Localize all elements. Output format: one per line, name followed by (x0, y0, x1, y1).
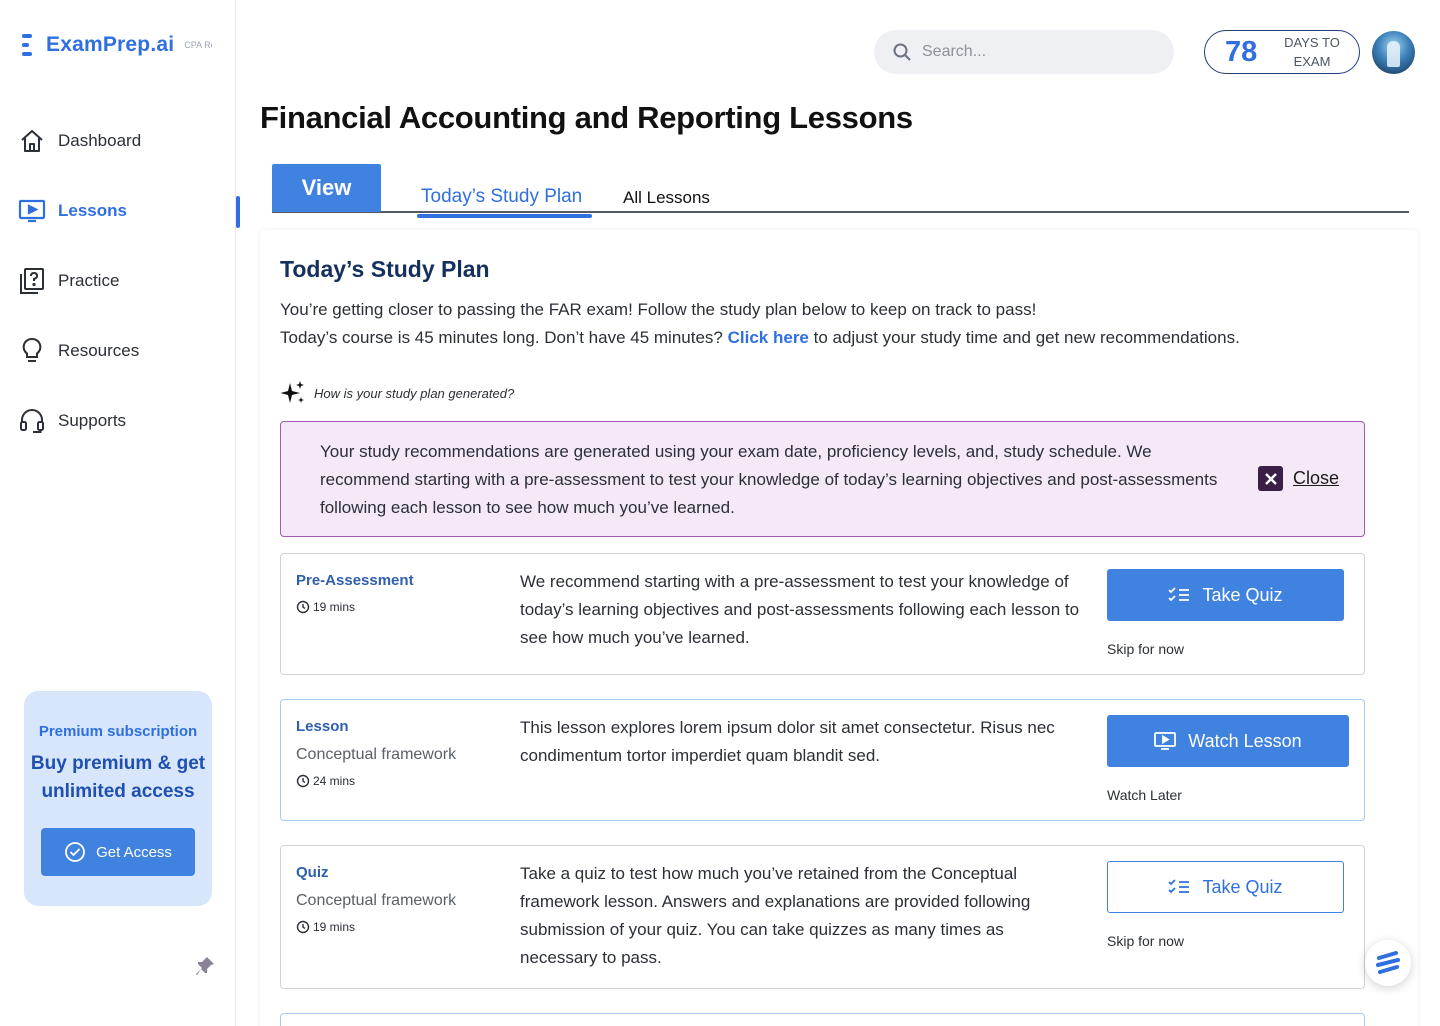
watch-lesson-label: Watch Lesson (1188, 730, 1302, 751)
item-description: This lesson explores lorem ipsum dolor s… (520, 718, 1055, 765)
sidebar-item-label: Dashboard (58, 131, 142, 150)
promo-title: Buy premium & get unlimited access (30, 753, 206, 802)
how-generated-label: How is your study plan generated? (314, 385, 515, 401)
sidebar-item-label: Lessons (58, 201, 127, 220)
sidebar-item-lessons[interactable]: Lessons (0, 176, 240, 246)
monitor-play-icon (1154, 732, 1177, 750)
intro-line-2-start: Today’s course is 45 minutes long. Don’t… (280, 328, 723, 347)
close-label: Close (1293, 468, 1340, 488)
tab-view[interactable]: View (272, 164, 381, 212)
take-quiz-label: Take Quiz (1202, 584, 1283, 605)
checklist-icon (1168, 587, 1190, 602)
search-bar[interactable] (874, 30, 1174, 74)
take-quiz-button[interactable]: Take Quiz (1107, 861, 1344, 913)
assistant-logo-icon (1376, 951, 1400, 974)
study-plan-title: Today’s Study Plan (280, 256, 490, 282)
intro-line-2-end: to adjust your study time and get new re… (813, 328, 1240, 347)
search-input[interactable] (922, 43, 1152, 61)
take-quiz-button[interactable]: Take Quiz (1107, 569, 1344, 621)
pin-icon[interactable] (194, 955, 216, 977)
item-type: Quiz (296, 864, 329, 881)
lightbulb-icon (18, 337, 46, 365)
skip-for-now-link[interactable]: Skip for now (1107, 933, 1184, 949)
check-circle-icon (65, 842, 85, 862)
plan-item-next (280, 1013, 1365, 1026)
home-icon (18, 127, 46, 155)
assistant-chat-button[interactable] (1365, 940, 1411, 986)
item-duration: 19 mins (296, 920, 355, 934)
close-notice-button[interactable]: Close (1258, 466, 1339, 491)
how-generated-link[interactable]: How is your study plan generated? (280, 380, 514, 406)
intro-line-2: Today’s course is 45 minutes long. Don’t… (280, 324, 1240, 352)
intro-line-1: You’re getting closer to passing the FAR… (280, 300, 1037, 319)
item-subtitle: Conceptual framework (296, 746, 457, 763)
sparkle-icon (280, 381, 304, 403)
brand-name: ExamPrep.ai (46, 33, 175, 56)
item-subtitle: Conceptual framework (296, 892, 457, 909)
study-plan-card: Today’s Study Plan You’re getting closer… (260, 230, 1418, 1026)
logo-icon (22, 32, 36, 58)
plan-item-lesson: Lesson Conceptual framework 24 mins This… (280, 699, 1365, 821)
headset-icon (18, 407, 46, 435)
clock-icon (296, 600, 310, 614)
item-description: Take a quiz to test how much you’ve reta… (520, 864, 1031, 967)
clock-icon (296, 920, 310, 934)
take-quiz-label: Take Quiz (1202, 876, 1283, 897)
page-title: Financial Accounting and Reporting Lesso… (260, 100, 913, 135)
recommendation-notice: Your study recommendations are generated… (280, 421, 1365, 537)
monitor-play-icon (18, 197, 46, 225)
close-icon (1258, 466, 1283, 491)
clock-icon (296, 774, 310, 788)
skip-for-now-link[interactable]: Skip for now (1107, 641, 1184, 657)
get-access-button[interactable]: Get Access (41, 828, 195, 876)
watch-lesson-button[interactable]: Watch Lesson (1107, 715, 1349, 767)
days-count: 78 (1225, 35, 1258, 68)
sidebar-item-label: Resources (58, 341, 140, 360)
days-to-exam-badge: 78 DAYS TO EXAM (1204, 30, 1360, 74)
search-icon (893, 43, 911, 61)
item-type: Lesson (296, 718, 349, 735)
sidebar-nav: Dashboard Lessons Practice Resources Sup… (0, 106, 240, 456)
user-avatar[interactable] (1372, 31, 1415, 74)
sidebar-item-label: Supports (58, 411, 127, 430)
sidebar-item-supports[interactable]: Supports (0, 386, 236, 456)
item-duration-label: 19 mins (313, 600, 356, 614)
item-type: Pre-Assessment (296, 572, 414, 589)
question-card-icon (18, 267, 46, 295)
item-duration-label: 19 mins (313, 920, 356, 934)
premium-promo: Premium subscription Buy premium & get u… (24, 691, 212, 906)
adjust-time-link[interactable]: Click here (728, 328, 809, 347)
days-label: DAYS TO EXAM (1284, 35, 1340, 69)
promo-eyebrow: Premium subscription (38, 723, 198, 740)
item-description: We recommend starting with a pre-assessm… (520, 572, 1080, 647)
sidebar-item-dashboard[interactable]: Dashboard (0, 106, 236, 176)
item-duration: 24 mins (296, 774, 355, 788)
study-plan-intro: You’re getting closer to passing the FAR… (280, 296, 1240, 352)
sidebar-item-practice[interactable]: Practice (0, 246, 236, 316)
plan-item-quiz: Quiz Conceptual framework 19 mins Take a… (280, 845, 1365, 989)
brand-tag: CPA Review (184, 39, 212, 50)
watch-later-link[interactable]: Watch Later (1107, 787, 1182, 803)
notice-text: Your study recommendations are generated… (320, 442, 1218, 517)
tab-todays-study-plan[interactable]: Today’s Study Plan (417, 186, 593, 218)
item-duration: 19 mins (296, 600, 355, 614)
sidebar-item-resources[interactable]: Resources (0, 316, 236, 386)
get-access-label: Get Access (96, 843, 172, 861)
plan-item-pre-assessment: Pre-Assessment 19 mins We recommend star… (280, 553, 1365, 675)
sidebar-item-label: Practice (58, 271, 120, 290)
item-duration-label: 24 mins (313, 774, 356, 788)
brand-logo[interactable]: ExamPrep.ai CPA Review (22, 32, 212, 58)
tab-all-lessons[interactable]: All Lessons (623, 188, 710, 208)
checklist-icon (1168, 879, 1190, 894)
lesson-tabs: View Today’s Study Plan All Lessons (272, 164, 1409, 218)
sidebar: ExamPrep.ai CPA Review Dashboard Lessons… (0, 0, 240, 1026)
